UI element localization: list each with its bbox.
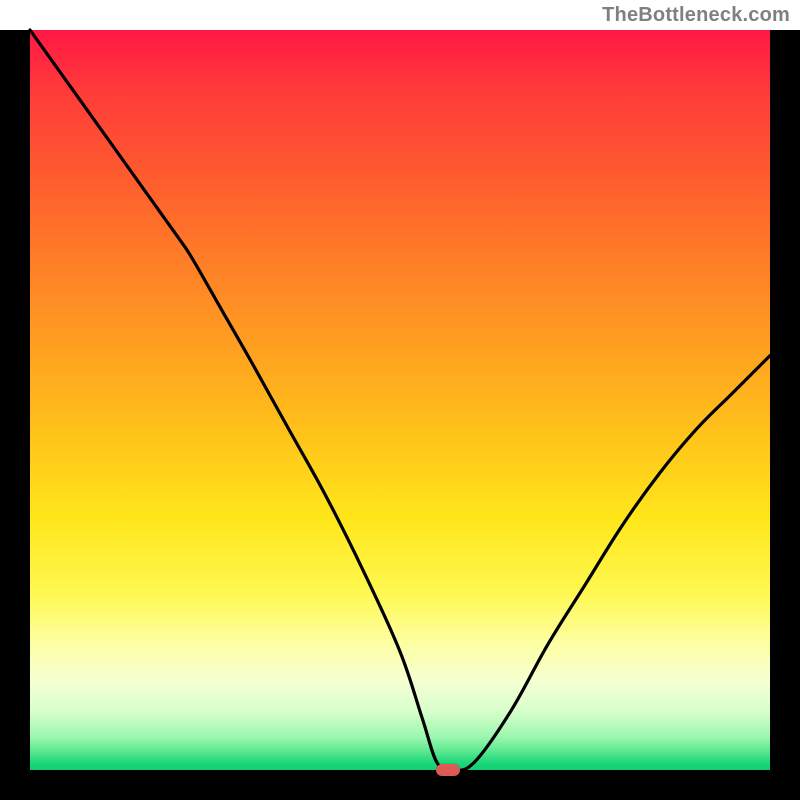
header-strip: TheBottleneck.com <box>0 0 800 30</box>
bottleneck-curve <box>30 30 770 770</box>
optimal-point-marker <box>436 764 460 776</box>
watermark-text: TheBottleneck.com <box>602 4 790 27</box>
chart-frame: TheBottleneck.com <box>0 0 800 800</box>
plot-area <box>30 30 770 770</box>
